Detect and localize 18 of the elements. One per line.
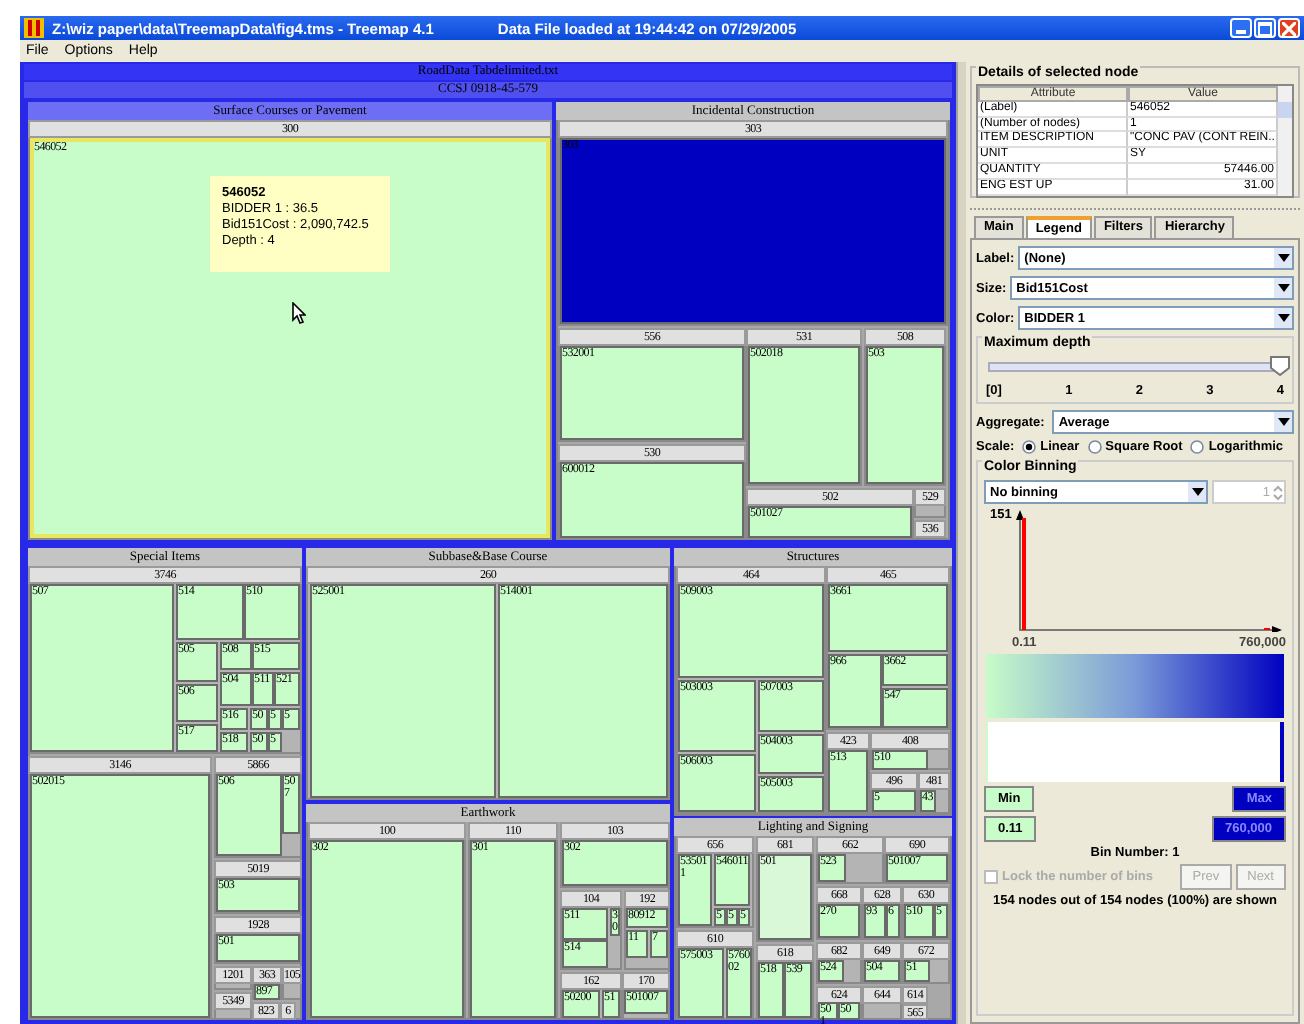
spinner-arrows-icon — [1272, 483, 1284, 501]
cursor-icon — [292, 302, 306, 324]
close-button[interactable] — [1278, 18, 1300, 38]
scroll-bar[interactable] — [1278, 86, 1292, 196]
caret-icon — [1277, 314, 1289, 322]
caret-icon — [1277, 284, 1289, 292]
minimize-button[interactable] — [1230, 18, 1252, 38]
radio-button[interactable] — [1087, 440, 1102, 454]
maximize-button[interactable] — [1254, 18, 1276, 38]
app-icon — [24, 18, 44, 38]
caret-icon — [1277, 254, 1289, 262]
caret-icon — [1277, 418, 1289, 426]
maximize-icon — [1258, 21, 1272, 35]
close-icon — [1282, 21, 1296, 35]
slider-thumb[interactable] — [1270, 356, 1290, 376]
radio-button[interactable] — [1190, 440, 1205, 454]
caret-icon — [1191, 488, 1203, 496]
radio-button[interactable] — [1022, 440, 1037, 454]
